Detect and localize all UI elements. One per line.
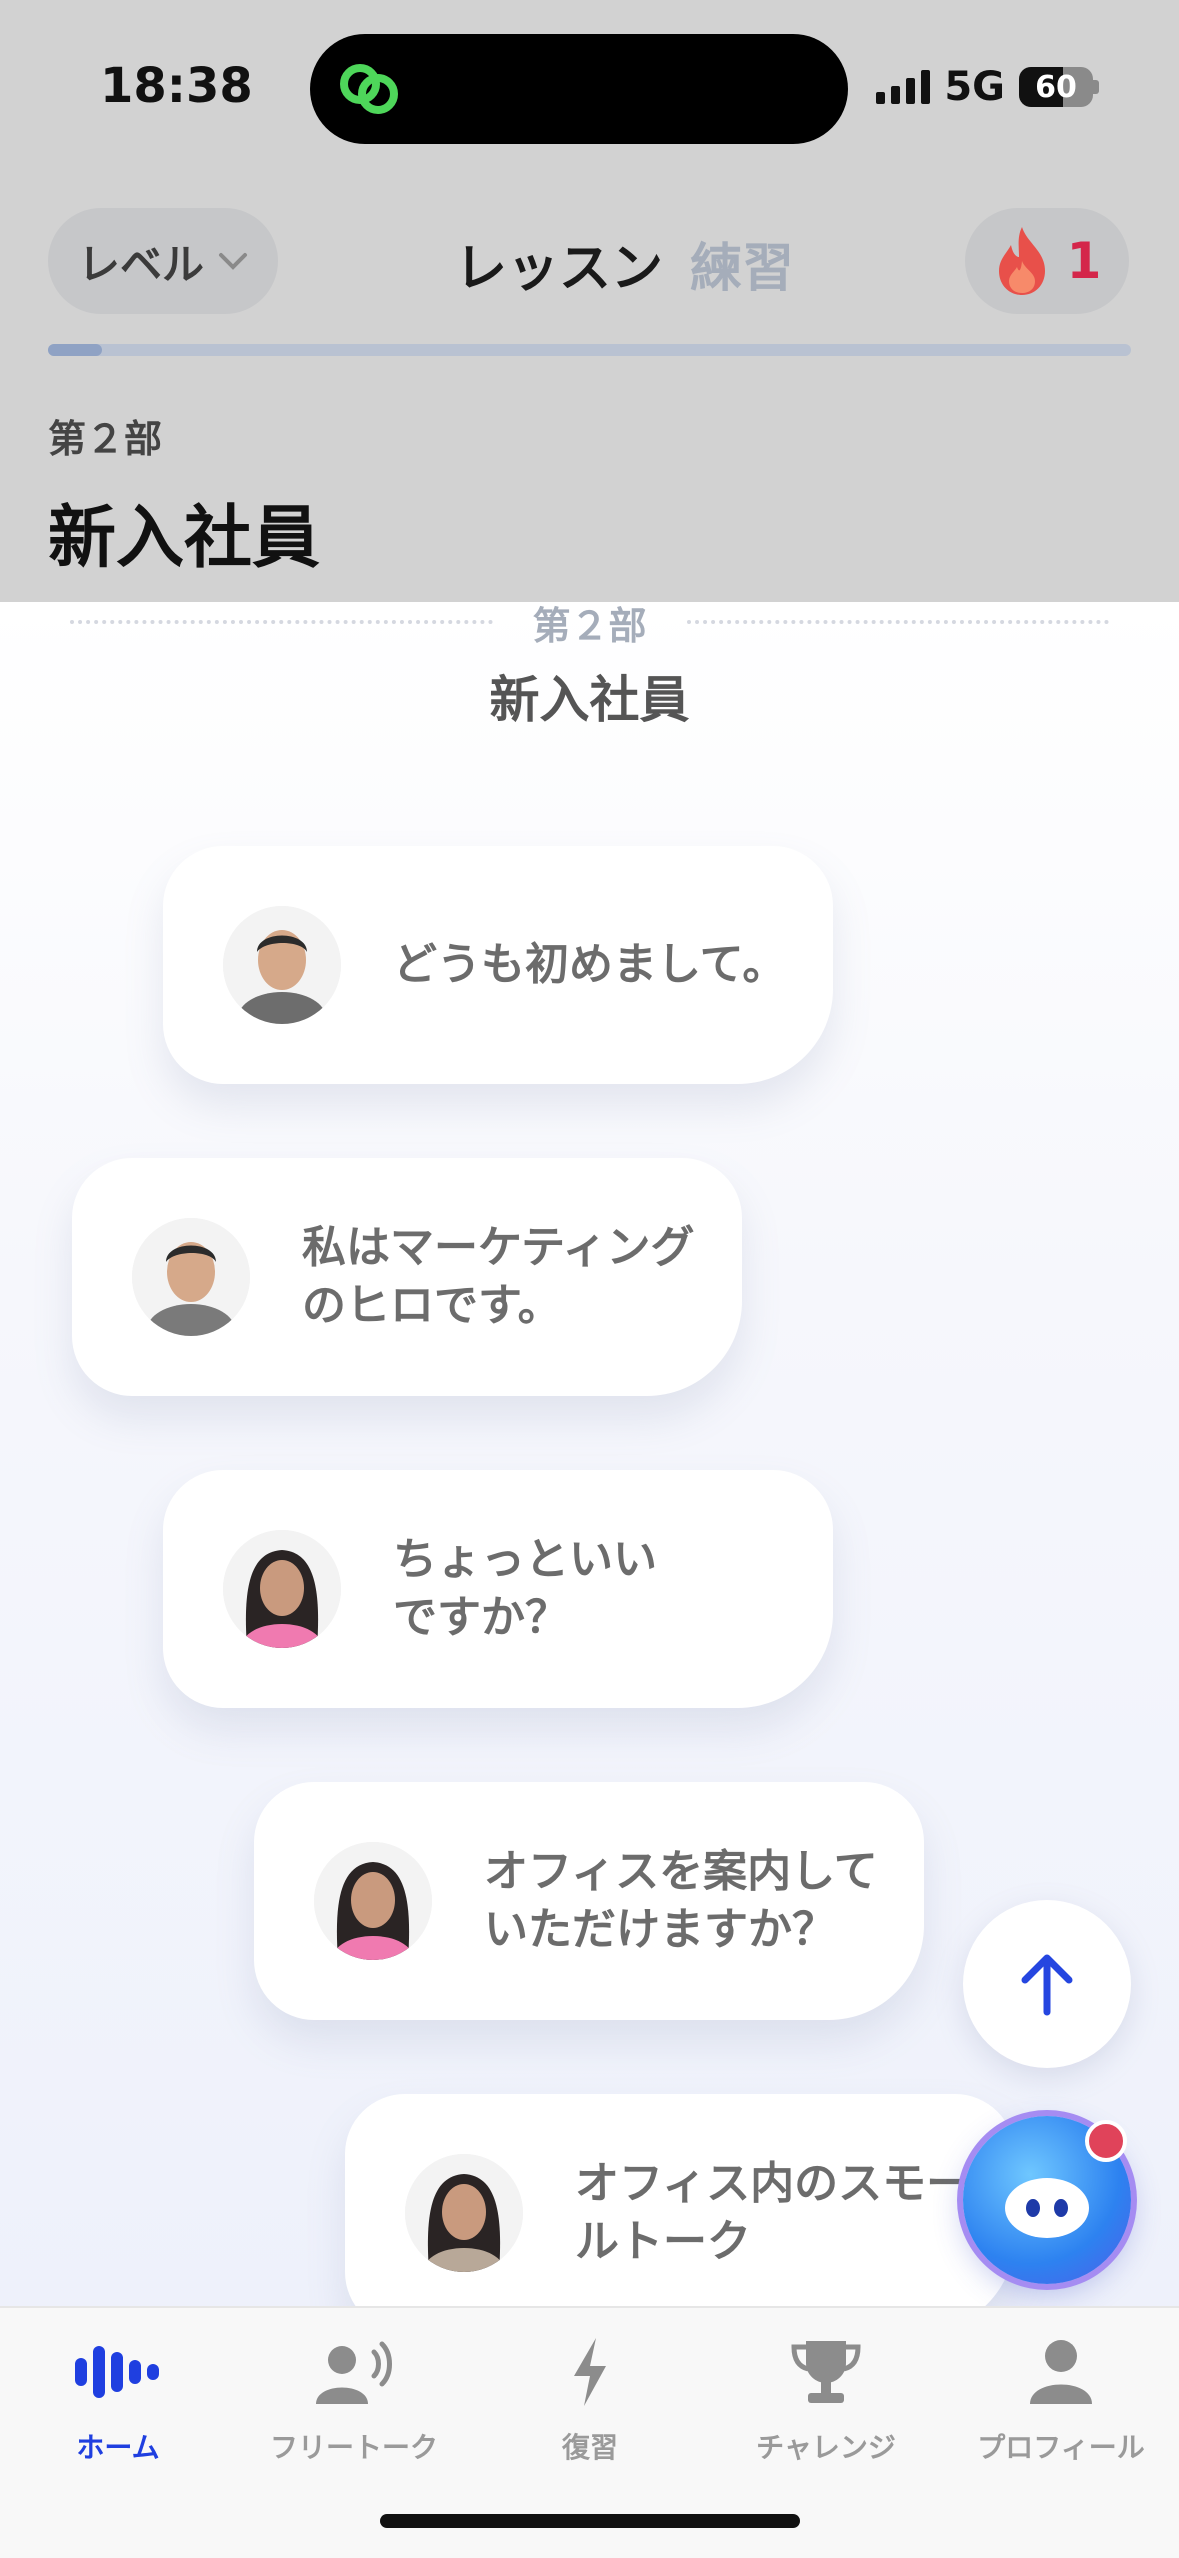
waveform-icon xyxy=(75,2346,159,2398)
lesson-card[interactable]: ちょっといい ですか？ xyxy=(163,1470,833,1708)
tab-profile[interactable]: プロフィール xyxy=(943,2332,1179,2466)
ai-assistant-button[interactable] xyxy=(963,2116,1131,2284)
level-label: レベル xyxy=(77,239,204,289)
avatar xyxy=(405,2154,523,2272)
speaking-person-icon xyxy=(316,2341,392,2404)
tab-label: チャレンジ xyxy=(756,2431,896,2464)
avatar xyxy=(314,1842,432,1960)
arrow-up-icon xyxy=(1021,1954,1073,2016)
lesson-progress-bar xyxy=(48,344,1131,356)
lesson-title: オフィスを案内して いただけますか？ xyxy=(484,1846,878,1955)
tab-free-talk[interactable]: フリートーク xyxy=(236,2332,472,2466)
network-type: 5G xyxy=(944,64,1005,110)
streak-count: 1 xyxy=(1066,232,1102,290)
lesson-title: ちょっといい ですか？ xyxy=(393,1534,657,1643)
lesson-title: オフィス内のスモー ルトーク xyxy=(575,2158,971,2267)
tab-review[interactable]: 復習 xyxy=(472,2332,708,2466)
status-indicators: 5G 60 xyxy=(876,62,1099,112)
section-label: 第２部 xyxy=(532,603,647,648)
tab-challenge[interactable]: チャレンジ xyxy=(708,2332,944,2466)
person-icon xyxy=(1030,2340,1092,2404)
signal-icon xyxy=(876,70,931,104)
home-indicator xyxy=(380,2514,800,2528)
lesson-card[interactable]: オフィスを案内して いただけますか？ xyxy=(254,1782,924,2020)
tab-label: ホーム xyxy=(76,2431,160,2464)
tab-label: フリートーク xyxy=(269,2431,438,2464)
link-rings-icon xyxy=(340,64,398,114)
tab-label: プロフィール xyxy=(977,2431,1145,2464)
level-dropdown[interactable]: レベル xyxy=(48,208,278,314)
tab-label: 復習 xyxy=(561,2431,618,2464)
battery-icon: 60 xyxy=(1019,67,1093,107)
lesson-card[interactable]: 私はマーケティング のヒロです。 xyxy=(72,1158,742,1396)
streak-badge[interactable]: 1 xyxy=(965,208,1129,314)
avatar xyxy=(223,906,341,1024)
lesson-title: 私はマーケティング のヒロです。 xyxy=(302,1222,695,1331)
status-time: 18:38 xyxy=(100,58,253,114)
tab-lesson[interactable]: レッスン xyxy=(455,226,663,301)
trophy-icon xyxy=(791,2341,861,2403)
lesson-card[interactable]: オフィス内のスモー ルトーク xyxy=(345,2094,1015,2306)
lesson-title: どうも初めまして。 xyxy=(393,939,787,990)
avatar xyxy=(132,1218,250,1336)
lesson-card[interactable]: どうも初めまして。 xyxy=(163,846,833,1084)
lightning-icon xyxy=(574,2338,606,2406)
part-label: 第２部 xyxy=(48,417,163,461)
flame-icon xyxy=(998,227,1045,295)
chevron-down-icon xyxy=(219,253,247,270)
battery-level: 60 xyxy=(1035,69,1077,105)
tab-home[interactable]: ホーム xyxy=(0,2332,236,2466)
notification-dot xyxy=(1085,2120,1127,2162)
scroll-to-top-button[interactable] xyxy=(963,1900,1131,2068)
dynamic-island xyxy=(310,34,848,144)
tab-practice[interactable]: 練習 xyxy=(690,226,794,301)
section-divider: 第２部 xyxy=(70,602,1110,648)
section-title: 新入社員 xyxy=(489,671,690,729)
header-overlay: 18:38 5G 60 レベル レッスン 練習 1 第２部 新入社員 xyxy=(0,0,1179,602)
part-title: 新入社員 xyxy=(48,499,321,578)
avatar xyxy=(223,1530,341,1648)
